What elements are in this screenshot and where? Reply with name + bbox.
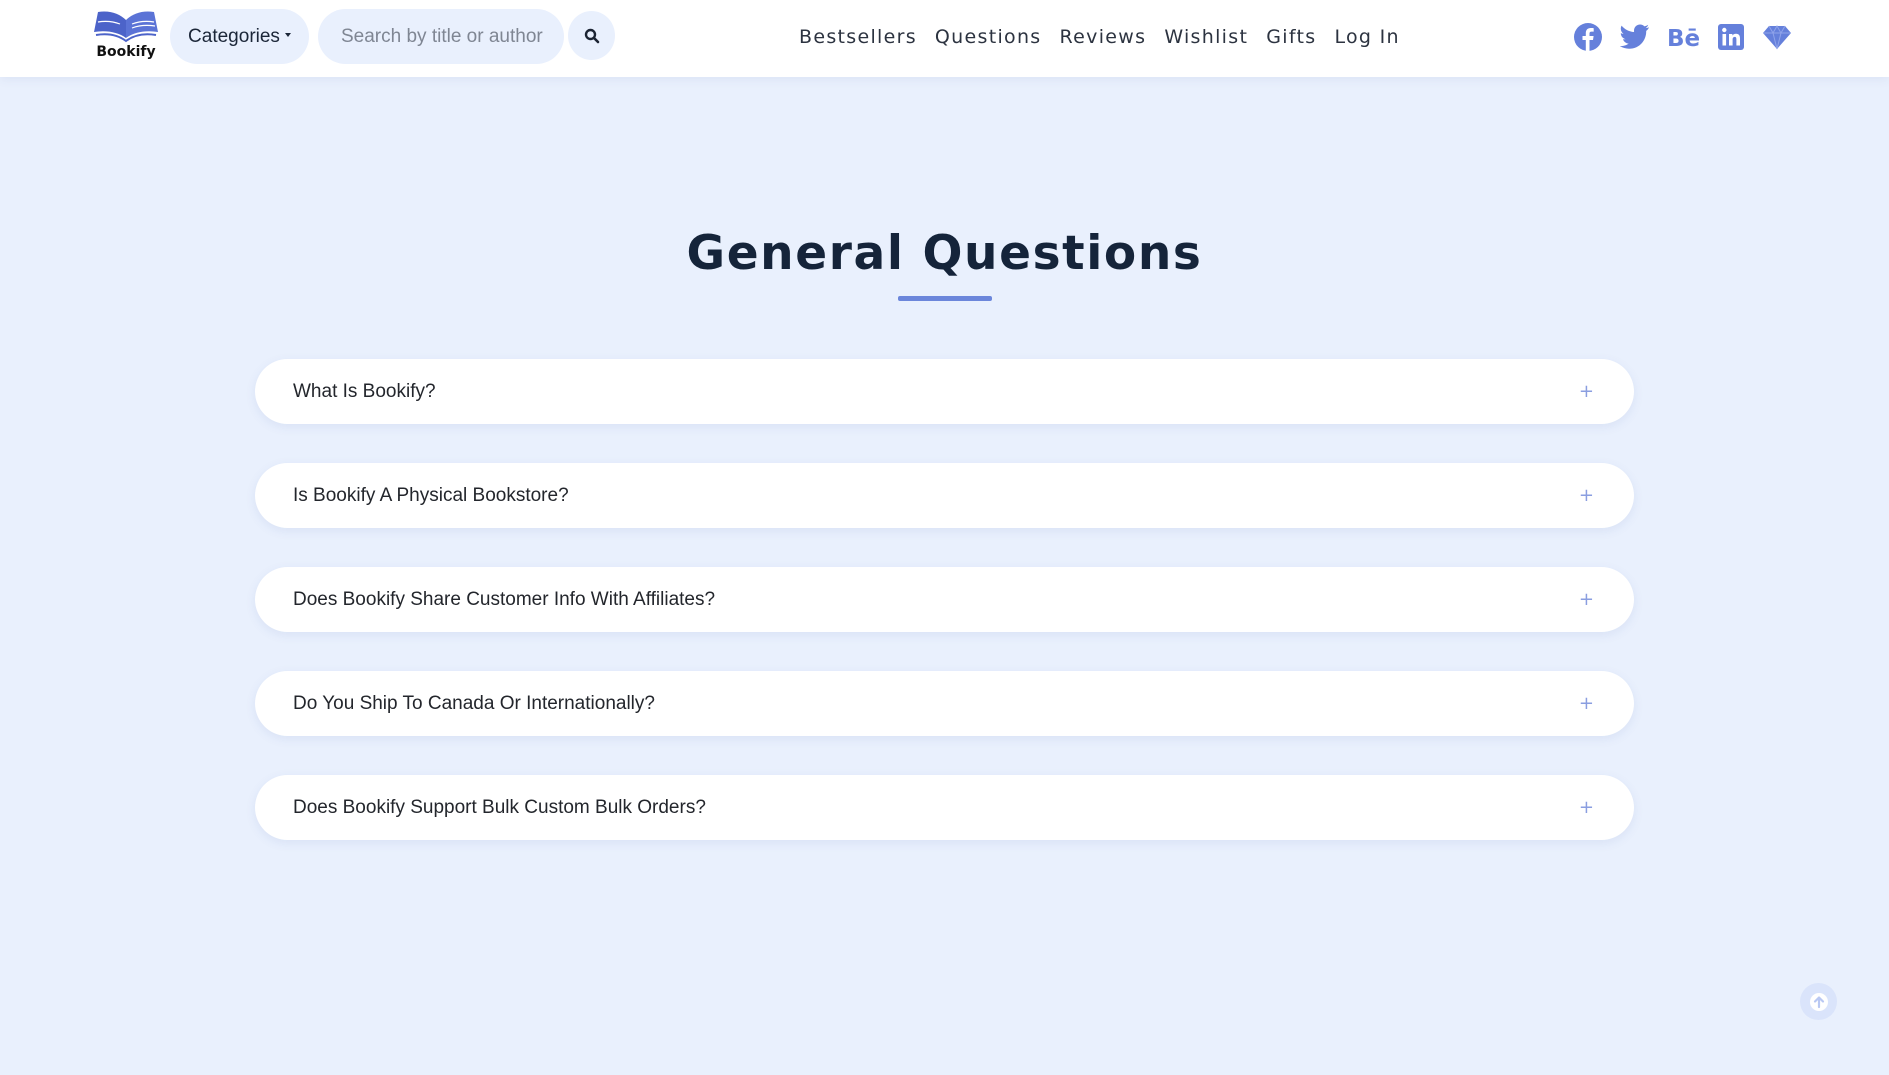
open-book-icon	[94, 11, 158, 43]
faq-list: What Is Bookify? + Is Bookify A Physical…	[255, 359, 1634, 879]
plus-icon[interactable]: +	[1579, 775, 1594, 840]
nav-login[interactable]: Log In	[1334, 26, 1399, 48]
site-header: Bookify Categories Bestsellers Questions…	[0, 0, 1889, 77]
scroll-to-top-button[interactable]	[1800, 983, 1837, 1020]
faq-question: Does Bookify Support Bulk Custom Bulk Or…	[293, 797, 706, 818]
title-underline	[898, 296, 992, 301]
search-button[interactable]	[568, 11, 615, 60]
twitter-link[interactable]	[1618, 20, 1652, 54]
faq-item[interactable]: Does Bookify Share Customer Info With Af…	[255, 567, 1634, 632]
nav-questions[interactable]: Questions	[935, 26, 1042, 48]
nav-wishlist[interactable]: Wishlist	[1164, 26, 1248, 48]
categories-label: Categories	[188, 25, 280, 47]
diamond-icon	[1763, 24, 1791, 50]
faq-item[interactable]: Do You Ship To Canada Or Internationally…	[255, 671, 1634, 736]
svg-text:Bē: Bē	[1667, 26, 1700, 49]
plus-icon[interactable]: +	[1579, 359, 1594, 424]
faq-item[interactable]: Does Bookify Support Bulk Custom Bulk Or…	[255, 775, 1634, 840]
nav-bestsellers[interactable]: Bestsellers	[799, 26, 917, 48]
nav-reviews[interactable]: Reviews	[1060, 26, 1147, 48]
faq-item[interactable]: What Is Bookify? +	[255, 359, 1634, 424]
arrow-up-icon	[1809, 992, 1828, 1011]
twitter-icon	[1620, 24, 1649, 49]
linkedin-link[interactable]	[1714, 20, 1748, 54]
faq-question: What Is Bookify?	[293, 381, 436, 402]
page-title: General Questions	[686, 226, 1203, 281]
plus-icon[interactable]: +	[1579, 671, 1594, 736]
main-nav: Bestsellers Questions Reviews Wishlist G…	[799, 22, 1400, 52]
search-input[interactable]	[318, 9, 564, 64]
nav-gifts[interactable]: Gifts	[1266, 26, 1316, 48]
diamond-link[interactable]	[1760, 20, 1794, 54]
faq-question: Does Bookify Share Customer Info With Af…	[293, 589, 716, 610]
faq-item[interactable]: Is Bookify A Physical Bookstore? +	[255, 463, 1634, 528]
behance-icon: Bē	[1667, 26, 1700, 49]
linkedin-icon	[1718, 24, 1744, 50]
plus-icon[interactable]: +	[1579, 567, 1594, 632]
faq-question: Do You Ship To Canada Or Internationally…	[293, 693, 655, 714]
behance-link[interactable]: Bē	[1666, 20, 1704, 54]
categories-dropdown[interactable]: Categories	[170, 9, 309, 64]
caret-down-icon	[284, 32, 291, 37]
brand-logo[interactable]: Bookify	[90, 8, 162, 64]
brand-name: Bookify	[96, 44, 156, 60]
plus-icon[interactable]: +	[1579, 463, 1594, 528]
search-icon	[584, 28, 599, 43]
facebook-icon	[1574, 23, 1602, 51]
facebook-link[interactable]	[1571, 20, 1605, 54]
faq-question: Is Bookify A Physical Bookstore?	[293, 485, 569, 506]
